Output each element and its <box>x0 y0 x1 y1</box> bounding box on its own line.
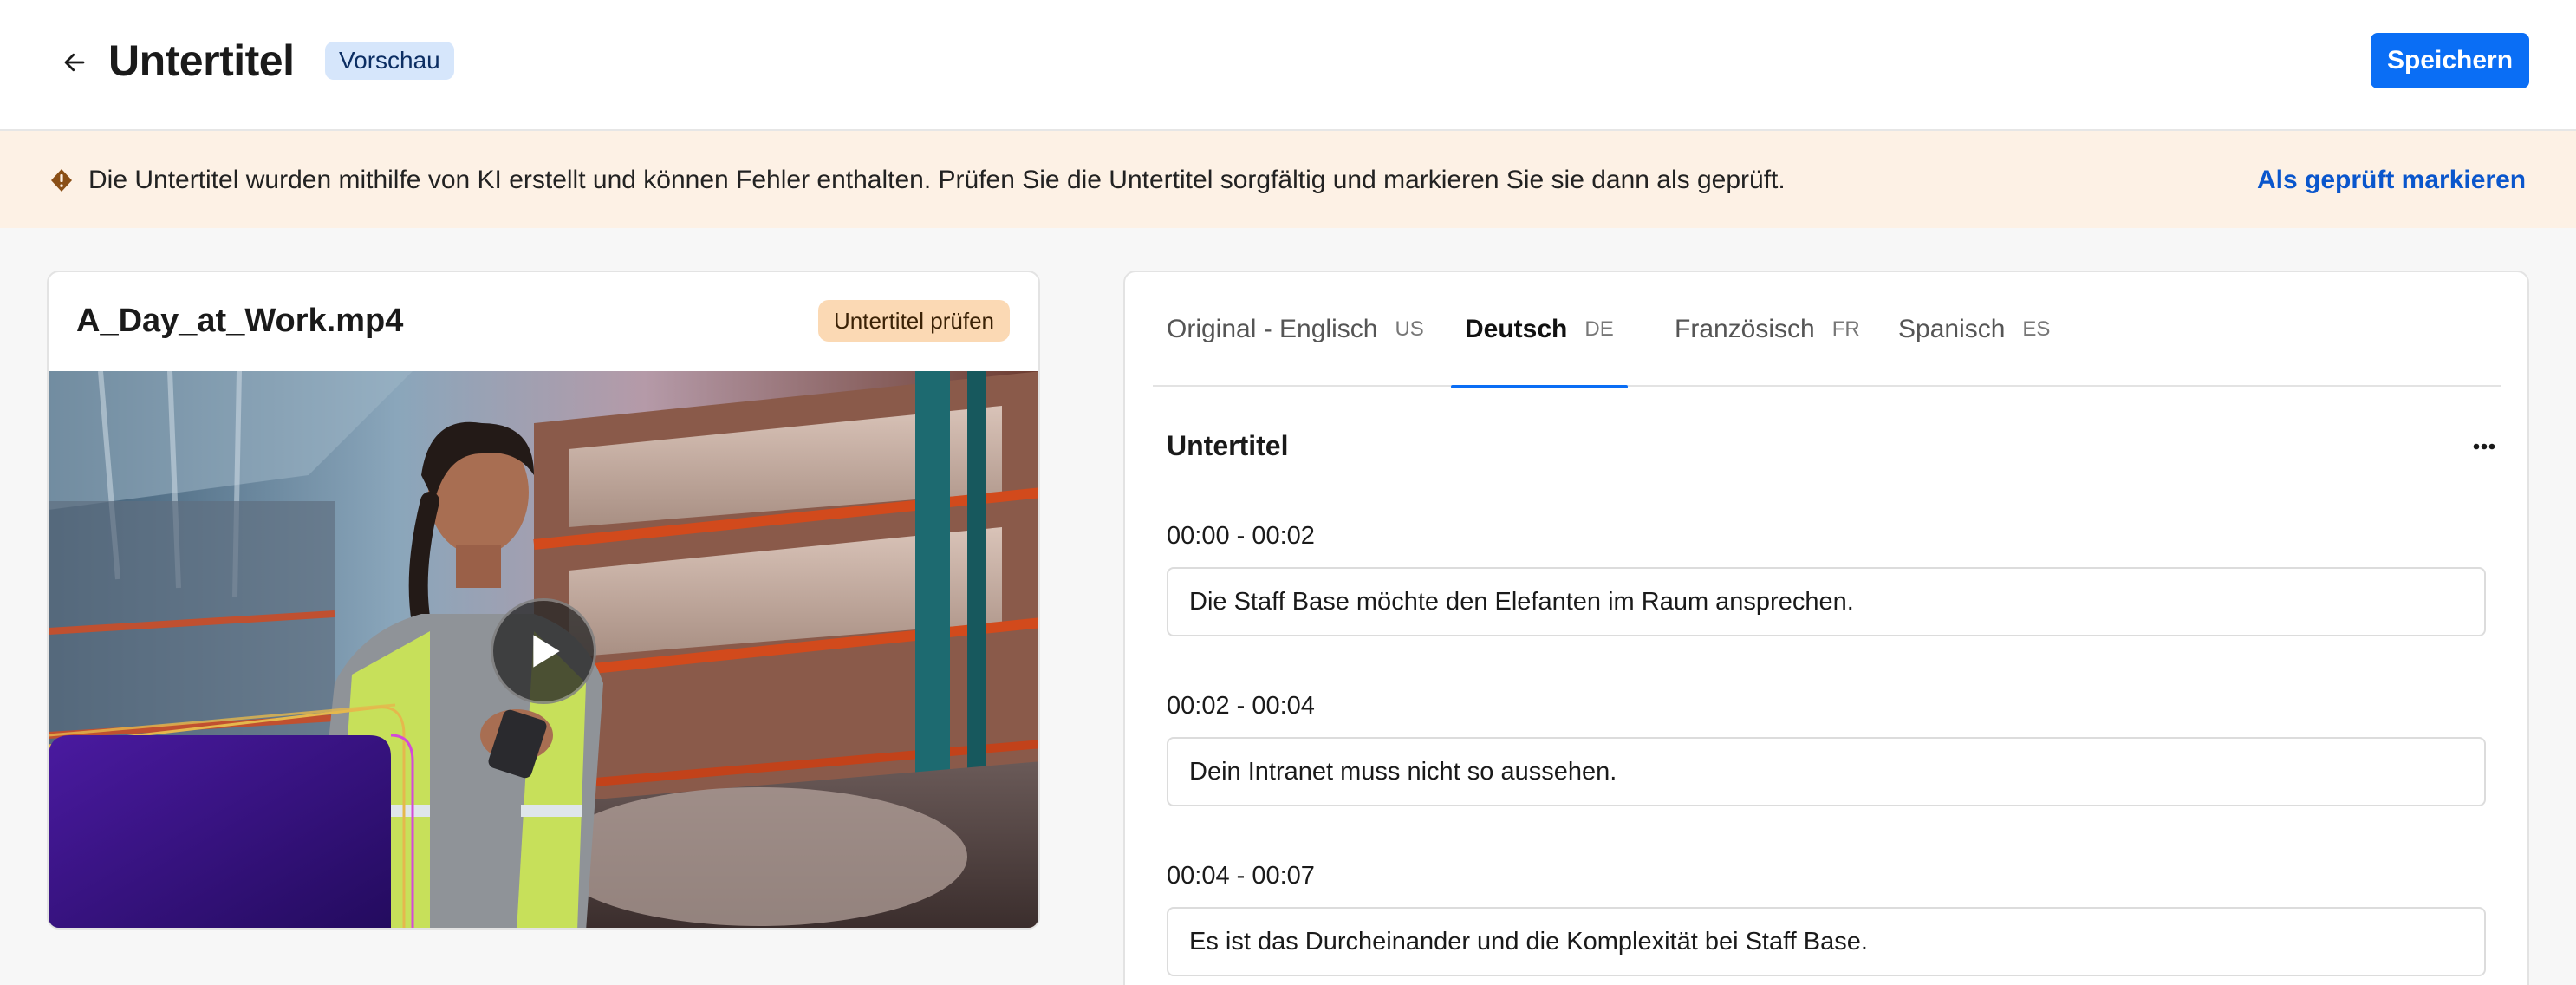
tab-original-english[interactable]: Original - Englisch US <box>1167 272 1424 387</box>
tab-label: Deutsch <box>1465 315 1568 343</box>
cue-timestamp: 00:04 - 00:07 <box>1167 862 1315 890</box>
play-icon <box>533 635 560 668</box>
banner-message: Die Untertitel wurden mithilfe von KI er… <box>88 166 1786 194</box>
more-horizontal-icon <box>2473 443 2495 450</box>
tab-spanish[interactable]: Spanisch ES <box>1898 272 2050 387</box>
back-button[interactable] <box>55 43 94 82</box>
tab-label: Original - Englisch <box>1167 315 1378 343</box>
play-button[interactable] <box>491 598 596 704</box>
language-tabs: Original - Englisch US Deutsch DE Franzö… <box>1153 272 2501 388</box>
more-options-button[interactable] <box>2467 434 2501 460</box>
tab-label: Spanisch <box>1898 315 2006 343</box>
cue-timestamp: 00:00 - 00:02 <box>1167 522 1315 550</box>
save-button[interactable]: Speichern <box>2371 33 2529 88</box>
video-player[interactable] <box>49 371 1038 928</box>
video-card: A_Day_at_Work.mp4 Untertitel prüfen <box>47 271 1040 930</box>
page-title: Untertitel <box>108 36 295 85</box>
video-filename: A_Day_at_Work.mp4 <box>76 303 404 339</box>
tab-label: Französisch <box>1675 315 1815 343</box>
cue-timestamp: 00:02 - 00:04 <box>1167 692 1315 720</box>
preview-badge: Vorschau <box>325 42 454 80</box>
tab-french[interactable]: Französisch FR <box>1675 272 1860 387</box>
tab-country-code: DE <box>1584 317 1614 341</box>
cue-text-field[interactable] <box>1167 737 2486 806</box>
mark-reviewed-link[interactable]: Als geprüft markieren <box>2257 165 2526 196</box>
arrow-left-icon <box>64 53 85 72</box>
tab-country-code: US <box>1395 317 1424 341</box>
subtitle-editor-panel: Original - Englisch US Deutsch DE Franzö… <box>1123 271 2529 985</box>
status-badge: Untertitel prüfen <box>818 300 1010 342</box>
tab-german[interactable]: Deutsch DE <box>1451 272 1628 388</box>
page-header: Untertitel Vorschau Speichern <box>0 0 2576 131</box>
cue-text-field[interactable] <box>1167 567 2486 636</box>
tab-country-code: ES <box>2022 317 2051 341</box>
subtitles-heading: Untertitel <box>1167 430 1289 461</box>
cue-text-field[interactable] <box>1167 907 2486 976</box>
tab-country-code: FR <box>1831 317 1860 341</box>
warning-diamond-icon <box>49 165 75 200</box>
